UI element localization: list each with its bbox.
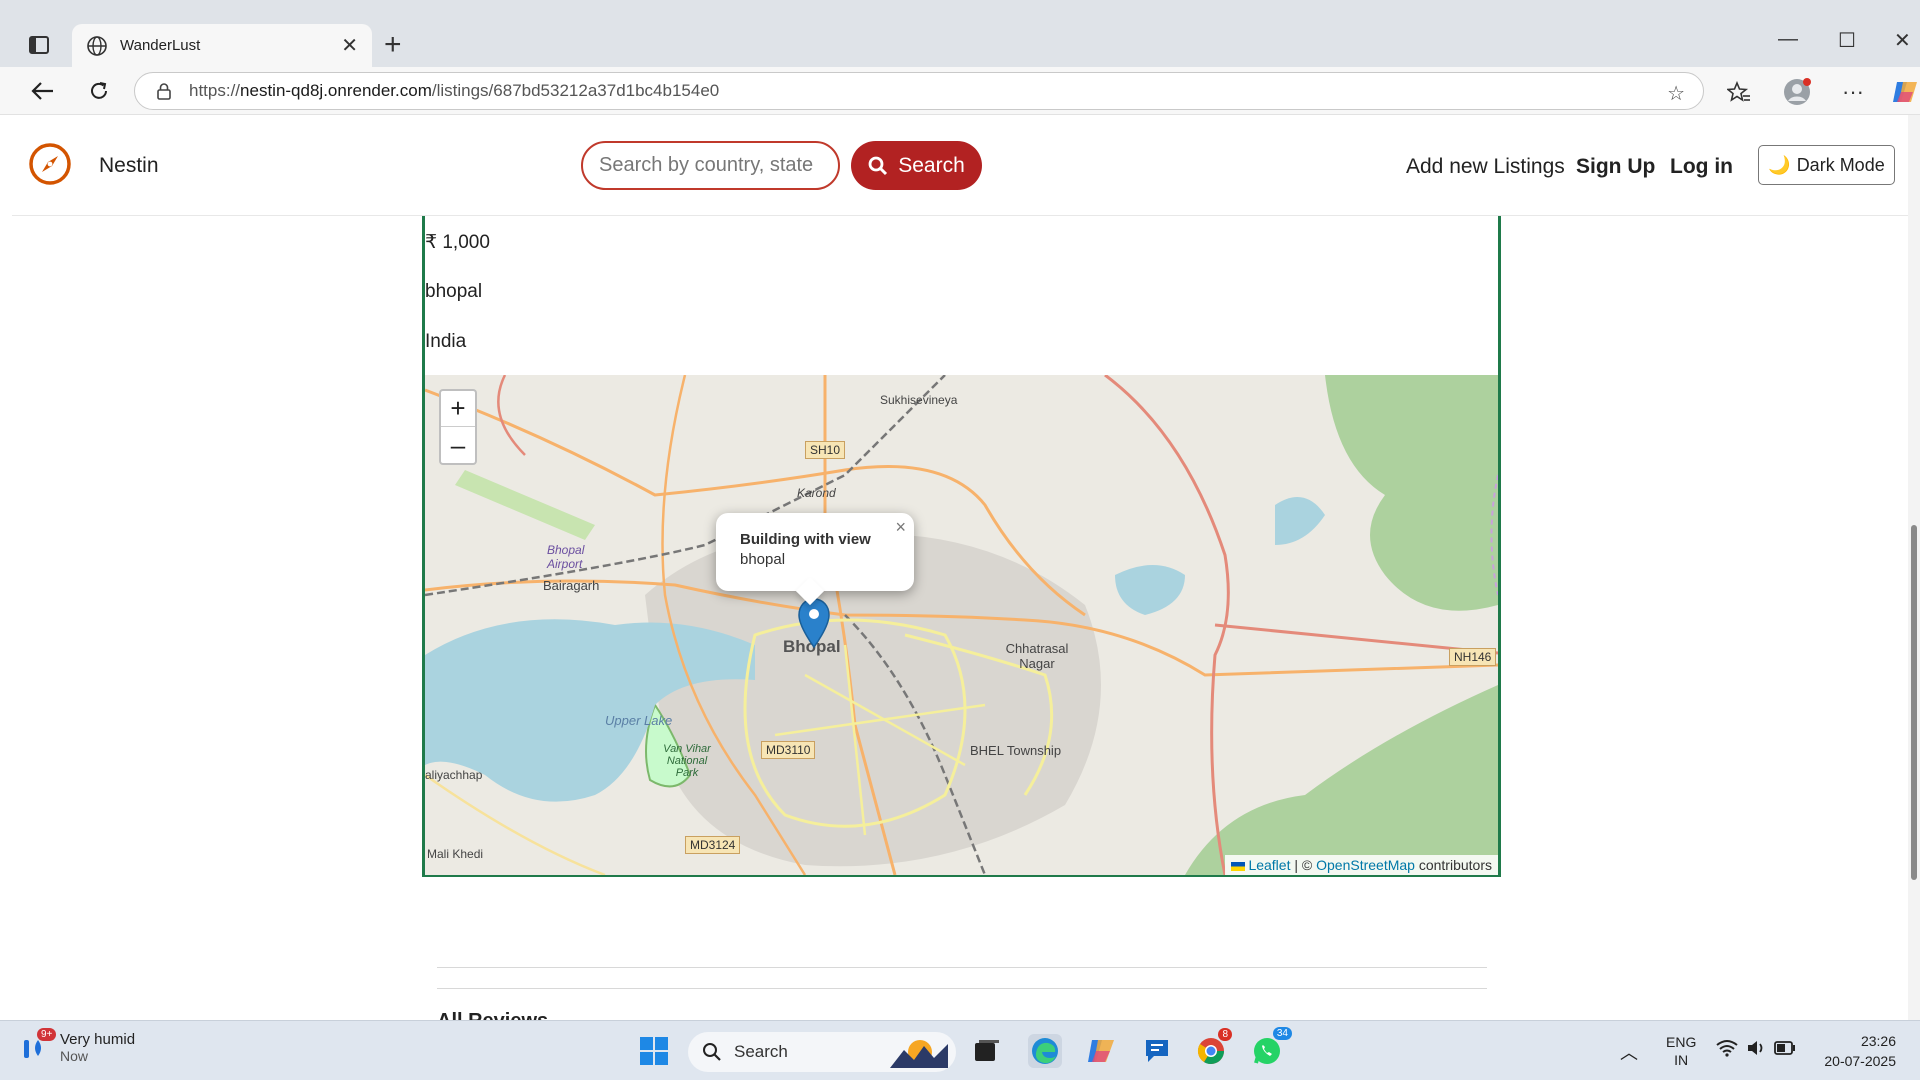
road-badge-sh10: SH10	[805, 441, 846, 459]
search-button[interactable]: Search	[851, 141, 982, 190]
ukraine-flag-icon	[1230, 861, 1245, 871]
attribution-separator: | ©	[1294, 857, 1313, 873]
attribution-tail: contributors	[1418, 857, 1492, 873]
tab-actions-icon[interactable]	[22, 30, 56, 60]
windows-taskbar: 9+ Very humid Now Search 8 34 ︿ ENG IN 2…	[0, 1020, 1920, 1080]
map-marker-icon[interactable]	[797, 597, 831, 649]
clock-time: 23:26	[1860, 1033, 1896, 1049]
compass-logo-icon[interactable]	[28, 142, 72, 186]
divider-line	[437, 967, 1487, 968]
edge-browser-icon[interactable]	[1028, 1034, 1062, 1068]
taskbar-search-label: Search	[734, 1042, 788, 1061]
brand-name[interactable]: Nestin	[99, 154, 159, 178]
favorite-star-icon[interactable]: ☆	[1667, 81, 1685, 106]
whatsapp-icon[interactable]: 34	[1250, 1027, 1292, 1068]
copilot-icon[interactable]	[1890, 77, 1920, 107]
url-text: https://nestin-qd8j.onrender.com/listing…	[189, 81, 720, 100]
wifi-icon[interactable]	[1716, 1039, 1738, 1060]
chrome-badge: 8	[1218, 1028, 1232, 1041]
language-line2: IN	[1674, 1052, 1689, 1068]
close-window-icon[interactable]: ✕	[1894, 28, 1911, 53]
search-icon	[868, 156, 888, 175]
log-in-link[interactable]: Log in	[1670, 155, 1733, 179]
taskbar-search[interactable]: Search	[688, 1032, 956, 1072]
more-menu-icon[interactable]: ···	[1838, 77, 1868, 107]
chat-app-icon[interactable]	[1140, 1034, 1174, 1068]
address-bar[interactable]: https://nestin-qd8j.onrender.com/listing…	[134, 72, 1704, 110]
new-tab-icon[interactable]: +	[384, 30, 402, 60]
copilot-taskbar-icon[interactable]	[1084, 1034, 1118, 1068]
map-zoom-control: + –	[439, 389, 477, 465]
map-label-sukhisevineya: Sukhisevineya	[880, 393, 958, 407]
map-label-van-vihar: Van Vihar National Park	[663, 743, 711, 779]
zoom-out-button[interactable]: –	[441, 427, 475, 463]
zoom-in-button[interactable]: +	[441, 391, 475, 427]
map-label-chhatrasal: Chhatrasal Nagar	[1005, 641, 1069, 671]
weather-subtitle: Now	[60, 1048, 89, 1064]
volume-icon[interactable]	[1746, 1039, 1768, 1060]
map-tiles[interactable]	[425, 375, 1498, 875]
language-line1: ENG	[1666, 1034, 1697, 1050]
add-new-listings-link[interactable]: Add new Listings	[1406, 155, 1565, 179]
chrome-icon[interactable]: 8	[1194, 1028, 1232, 1068]
taskbar-clock[interactable]: 23:26 20-07-2025	[1812, 1031, 1896, 1071]
map-label-mali-khedi: Mali Khedi	[427, 847, 484, 861]
map-label-aliyachhap: aliyachhap	[425, 768, 483, 782]
dark-mode-button[interactable]: 🌙 Dark Mode	[1758, 145, 1895, 185]
tab-title: WanderLust	[120, 37, 201, 54]
browser-tab-bar: WanderLust ✕ + — ☐ ✕	[0, 0, 1920, 67]
search-button-label: Search	[898, 153, 965, 177]
landscape-icon	[890, 1040, 948, 1068]
weather-badge: 9+	[37, 1028, 57, 1041]
back-icon[interactable]	[29, 77, 57, 105]
maximize-icon[interactable]: ☐	[1838, 28, 1856, 53]
reload-icon[interactable]	[85, 77, 113, 105]
openstreetmap-link[interactable]: OpenStreetMap	[1316, 857, 1415, 873]
map-label-bhel: BHEL Township	[970, 743, 1062, 758]
leaflet-link[interactable]: Leaflet	[1248, 857, 1290, 873]
map-label-karond: Karond	[797, 486, 836, 500]
clock-date: 20-07-2025	[1824, 1053, 1896, 1069]
show-hidden-icons-chevron-icon[interactable]: ︿	[1620, 1039, 1638, 1065]
scrollbar-thumb[interactable]	[1911, 525, 1917, 880]
popup-title: Building with view	[740, 531, 871, 548]
battery-icon[interactable]	[1774, 1041, 1796, 1058]
map-attribution: Leaflet | © OpenStreetMap contributors	[1224, 855, 1498, 875]
search-input[interactable]	[581, 141, 840, 190]
search-icon	[703, 1043, 721, 1061]
road-badge-md3124: MD3124	[685, 836, 741, 854]
map-label-airport: Bhopal Airport	[547, 543, 585, 571]
sign-up-link[interactable]: Sign Up	[1576, 155, 1655, 179]
listing-price: ₹ 1,000	[425, 232, 490, 253]
dark-mode-label: Dark Mode	[1796, 154, 1885, 175]
weather-widget[interactable]: 9+ Very humid Now	[22, 1028, 136, 1064]
map-label-upper-lake: Upper Lake	[605, 713, 673, 728]
weather-title: Very humid	[60, 1031, 136, 1048]
profile-avatar-icon[interactable]	[1782, 77, 1812, 107]
windows-start-icon[interactable]	[637, 1034, 671, 1068]
page-scrollbar[interactable]	[1908, 115, 1920, 1020]
address-bar-row: https://nestin-qd8j.onrender.com/listing…	[0, 67, 1920, 115]
globe-icon	[87, 35, 107, 56]
popup-close-icon[interactable]: ×	[895, 517, 906, 538]
listing-country: India	[425, 331, 467, 352]
whatsapp-badge: 34	[1272, 1027, 1292, 1040]
close-tab-icon[interactable]: ✕	[341, 33, 358, 58]
listing-location: bhopal	[425, 281, 483, 302]
lock-icon[interactable]	[155, 82, 173, 100]
popup-subtitle: bhopal	[740, 551, 786, 568]
map-label-bairagarh: Bairagarh	[543, 578, 600, 593]
minimize-icon[interactable]: —	[1778, 28, 1798, 51]
task-view-icon[interactable]	[970, 1034, 1004, 1068]
map-popup: Building with view bhopal ×	[716, 513, 914, 591]
moon-icon: 🌙	[1768, 154, 1791, 175]
site-navbar: Nestin Search Add new Listings Sign Up L…	[12, 115, 1910, 216]
road-badge-nh146: NH146	[1449, 648, 1497, 666]
favorites-icon[interactable]	[1724, 77, 1754, 107]
map[interactable]: Sukhisevineya Karond Bhopal Airport Bair…	[425, 375, 1498, 875]
divider-line	[437, 988, 1487, 989]
road-badge-md3110: MD3110	[761, 741, 816, 759]
language-indicator[interactable]: ENG IN	[1666, 1033, 1696, 1069]
browser-tab[interactable]: WanderLust ✕	[72, 24, 372, 67]
